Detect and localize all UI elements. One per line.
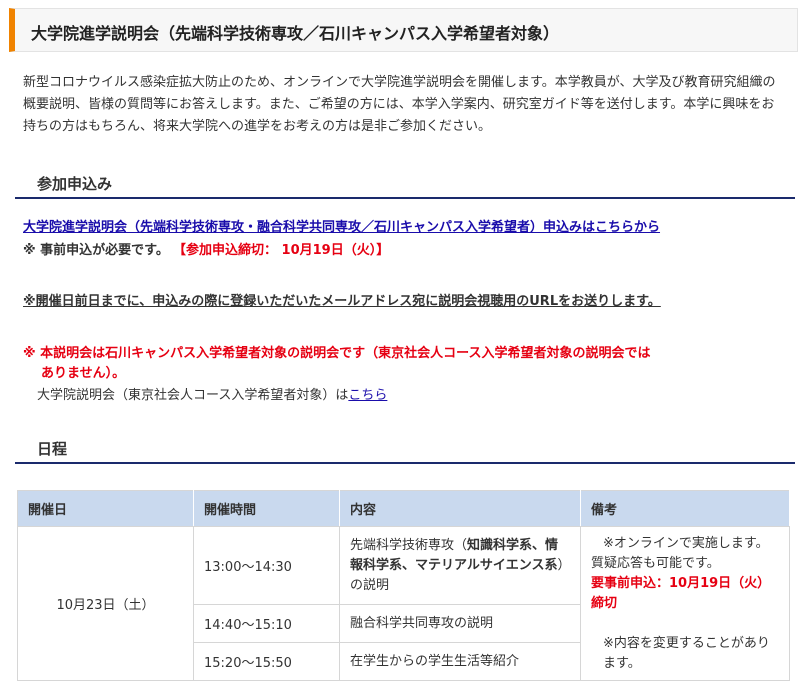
warning-line2: ありません）。 xyxy=(41,366,126,381)
notes-line1: ※オンラインで実施します。 xyxy=(603,535,769,551)
date-cell: 10月23日（土） xyxy=(17,526,194,681)
url-note: ※開催日前日までに、申込みの際に登録いただいたメールアドレス宛に説明会視聴用のU… xyxy=(23,294,661,309)
content-cell: 先端科学技術専攻（知識科学系、情報科学系、マテリアルサイエンス系）の説明 xyxy=(339,526,581,605)
required-note-line: ※ 事前申込が必要です。 【参加申込締切： 10月19日（火）】 xyxy=(23,239,389,258)
notes-deadline: 要事前申込：10月19日（火）締切 xyxy=(591,575,771,611)
apply-link[interactable]: 大学院進学説明会（先端科学技術専攻・融合科学共同専攻／石川キャンパス入学希望者）… xyxy=(23,216,660,235)
header-time: 開催時間 xyxy=(193,490,340,527)
schedule-table: 開催日 開催時間 内容 備考 10月23日（土） 13:00～14:30 先端科… xyxy=(17,490,790,681)
intro-paragraph: 新型コロナウイルス感染症拡大防止のため、オンラインで大学院進学説明会を開催します… xyxy=(23,75,776,134)
section-heading-application-text: 参加申込み xyxy=(37,175,113,193)
tokyo-text: 大学院説明会（東京社会人コース入学希望者対象）は xyxy=(37,388,349,403)
notes-line4: ※内容を変更することがあります。 xyxy=(603,635,770,671)
warning-line1: ※ 本説明会は石川キャンパス入学希望者対象の説明会です（東京社会人コース入学希望… xyxy=(23,346,651,361)
content-pre: 先端科学技術専攻（ xyxy=(350,537,468,553)
notes-spacer xyxy=(591,614,779,634)
page-title-text: 大学院進学説明会（先端科学技術専攻／石川キャンパス入学希望者対象） xyxy=(31,24,560,43)
time-cell: 13:00～14:30 xyxy=(193,526,340,605)
notes-cell: ※オンラインで実施します。 質疑応答も可能です。 要事前申込：10月19日（火）… xyxy=(580,526,790,681)
page-title: 大学院進学説明会（先端科学技術専攻／石川キャンパス入学希望者対象） xyxy=(9,8,798,52)
required-note: ※ 事前申込が必要です。 xyxy=(23,243,169,258)
table-row: 10月23日（土） 13:00～14:30 先端科学技術専攻（知識科学系、情報科… xyxy=(17,526,790,681)
tokyo-link[interactable]: こちら xyxy=(348,388,387,403)
header-date: 開催日 xyxy=(17,490,194,527)
section-heading-schedule-text: 日程 xyxy=(37,440,68,458)
section-heading-schedule: 日程 xyxy=(15,438,795,464)
notes-line2: 質疑応答も可能です。 xyxy=(591,555,720,571)
content-cell: 在学生からの学生生活等紹介 xyxy=(339,642,581,681)
section-heading-application: 参加申込み xyxy=(15,173,795,199)
header-content: 内容 xyxy=(339,490,581,527)
table-header-row: 開催日 開催時間 内容 備考 xyxy=(17,490,790,527)
tokyo-line: 大学院説明会（東京社会人コース入学希望者対象）はこちら xyxy=(37,384,387,403)
deadline-note: 【参加申込締切： 10月19日（火）】 xyxy=(173,243,390,258)
content-cell: 融合科学共同専攻の説明 xyxy=(339,604,581,643)
header-notes: 備考 xyxy=(580,490,790,527)
time-cell: 15:20～15:50 xyxy=(193,642,340,681)
time-cell: 14:40～15:10 xyxy=(193,604,340,643)
